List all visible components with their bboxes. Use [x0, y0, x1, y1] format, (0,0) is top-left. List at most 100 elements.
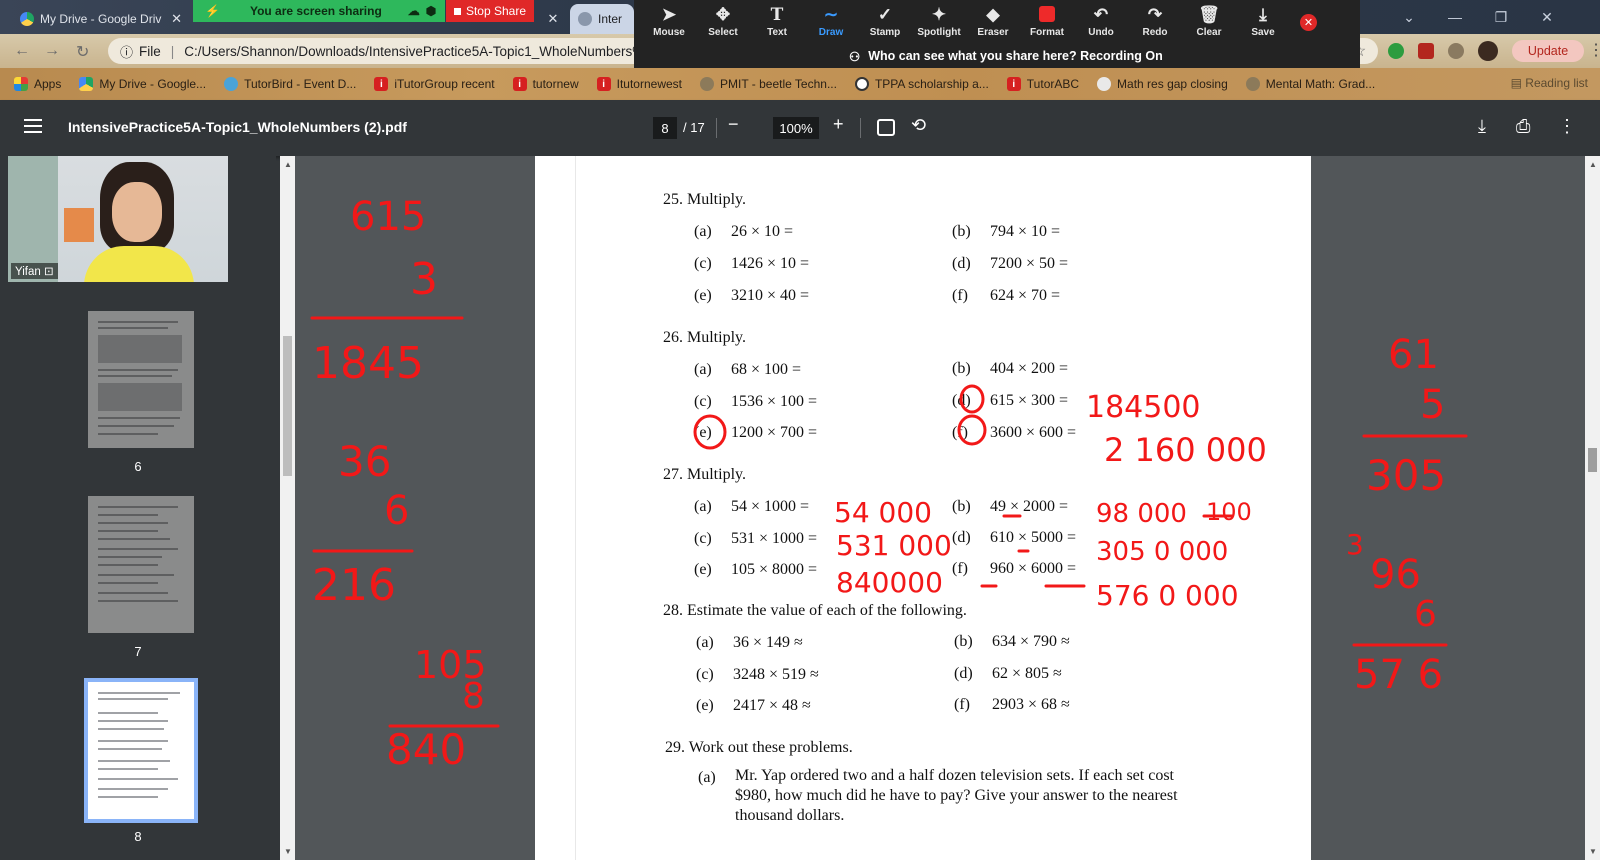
bookmark-tppa[interactable]: TPPA scholarship a... [854, 77, 989, 91]
tool-save[interactable]: ⤓ Save [1236, 5, 1290, 39]
participant-shirt [84, 246, 194, 282]
question-25-title: 25. Multiply. [663, 191, 746, 208]
kebab-menu-icon[interactable]: ⋮ [1588, 40, 1600, 60]
tool-mouse[interactable]: ➤ Mouse [642, 6, 696, 39]
item-expr: 49 × 2000 = [990, 498, 1069, 515]
profile-avatar[interactable] [1478, 41, 1498, 61]
thumbnail-page-number: 6 [134, 459, 142, 474]
zoom-out-icon[interactable]: − [728, 114, 739, 135]
stop-share-label: Stop Share [465, 4, 527, 18]
ublock-icon[interactable] [1418, 43, 1434, 59]
google-drive-icon [79, 77, 94, 91]
stop-share-button[interactable]: Stop Share [446, 0, 534, 22]
item-label: (d) [952, 529, 971, 546]
bookmark-math-res[interactable]: Math res gap closing [1097, 77, 1228, 91]
recording-notice[interactable]: ⚇ Who can see what you share here? Recor… [634, 44, 1360, 68]
save-icon: ⤓ [1259, 5, 1267, 24]
extension-icon[interactable] [1388, 43, 1404, 59]
tool-redo[interactable]: ↷ Redo [1128, 5, 1182, 39]
close-window-icon[interactable]: ✕ [1524, 0, 1570, 34]
bookmark-mental-math[interactable]: Mental Math: Grad... [1245, 77, 1375, 91]
item-label: (c) [694, 393, 712, 410]
bookmarks-bar: Apps My Drive - Google... TutorBird - Ev… [0, 68, 1600, 100]
page-thumbnail[interactable] [88, 311, 194, 448]
tab-search-icon[interactable]: ⌄ [1386, 0, 1432, 34]
more-options-icon[interactable]: ⋮ [1558, 116, 1576, 137]
globe-icon [700, 77, 714, 91]
item-expr: 62 × 805 ≈ [992, 665, 1062, 682]
tool-label: Stamp [869, 27, 901, 38]
tool-label: Spotlight [917, 27, 961, 38]
zoom-in-icon[interactable]: + [833, 114, 844, 135]
pdf-page: 25. Multiply. (a) 26 × 10 = (b) 794 × 10… [535, 156, 1311, 860]
zoom-input[interactable]: 100% [773, 117, 819, 139]
item-label: (a) [694, 361, 712, 378]
tool-spotlight[interactable]: ✦ Spotlight [912, 6, 966, 39]
bookmark-my-drive[interactable]: My Drive - Google... [79, 77, 206, 91]
reload-icon[interactable]: ↻ [76, 42, 89, 62]
item-expr: 615 × 300 = [990, 392, 1069, 409]
item-expr: 1426 × 10 = [731, 255, 810, 272]
tool-eraser[interactable]: ◆ Eraser [966, 5, 1020, 39]
bookmark-itutorgroup[interactable]: i iTutorGroup recent [374, 77, 495, 91]
problem-text-line: $980, how much did he have to pay? Give … [735, 787, 1178, 804]
tab-close-hidden[interactable]: ✕ [538, 4, 568, 34]
download-icon[interactable]: ⤓ [1478, 116, 1486, 137]
redo-icon: ↷ [1147, 5, 1163, 24]
close-tab-icon[interactable]: ✕ [171, 11, 182, 27]
participant-video[interactable]: Yifan ⊡ [8, 156, 228, 282]
item-label: (b) [952, 498, 971, 515]
fit-page-icon[interactable] [877, 119, 895, 136]
reading-list[interactable]: ▤ Reading list [1511, 76, 1588, 90]
bookmark-tutornew[interactable]: i tutornew [512, 77, 579, 91]
sidebar-scrollbar[interactable]: ▲ ▼ [280, 156, 295, 860]
item-label: (c) [696, 666, 714, 683]
restore-icon[interactable]: ❐ [1478, 0, 1524, 34]
stop-icon [453, 7, 461, 15]
item-expr: 3248 × 519 ≈ [733, 666, 819, 683]
bookmark-apps[interactable]: Apps [14, 77, 61, 91]
tool-clear[interactable]: 🗑 Clear [1182, 6, 1236, 39]
bookmark-itutornewest[interactable]: i Itutornewest [596, 77, 682, 91]
tool-format[interactable]: Format [1020, 6, 1074, 38]
tool-draw[interactable]: ∼ Draw [804, 6, 858, 39]
item-label: (c) [694, 255, 712, 272]
document-scrollbar[interactable]: ▲ ▼ [1585, 156, 1600, 860]
tab-my-drive[interactable]: My Drive - Google Driv ✕ [12, 4, 190, 34]
tool-undo[interactable]: ↶ Undo [1074, 6, 1128, 39]
close-tab-icon[interactable]: ✕ [548, 11, 559, 27]
bookmark-tutorbird[interactable]: TutorBird - Event D... [224, 77, 356, 91]
print-icon[interactable]: ⎙ [1516, 116, 1530, 137]
forward-icon[interactable]: → [44, 42, 60, 60]
tool-select[interactable]: ✥ Select [696, 6, 750, 39]
puzzle-icon[interactable] [1448, 43, 1464, 59]
thumbnail-page-number: 8 [134, 829, 142, 844]
tab-pdf[interactable]: Inter [570, 4, 634, 34]
tool-label: Text [767, 27, 787, 38]
bookmark-pmit[interactable]: PMIT - beetle Techn... [700, 77, 837, 91]
item-expr: 960 × 6000 = [990, 560, 1077, 577]
close-annotation-icon[interactable]: ✕ [1300, 13, 1317, 31]
text-icon: T [770, 5, 784, 25]
eraser-icon: ◆ [986, 5, 1000, 24]
rotate-icon[interactable]: ⟲ [911, 115, 926, 136]
item-label: (e) [694, 424, 712, 441]
item-expr: 2417 × 48 ≈ [733, 697, 811, 714]
page-number-input[interactable]: 8 [653, 117, 677, 139]
pdf-toolbar: IntensivePractice5A-Topic1_WholeNumbers … [0, 100, 1600, 156]
item-expr: 1536 × 100 = [731, 393, 818, 410]
minimize-icon[interactable]: — [1432, 0, 1478, 34]
menu-icon[interactable] [24, 119, 42, 133]
annotation-toolbar: ➤ Mouse ✥ Select T Text ∼ Draw ✓ Stamp ✦ Spotl… [634, 0, 1360, 44]
update-button[interactable]: Update [1512, 40, 1584, 62]
tool-text[interactable]: T Text [750, 6, 804, 38]
document-viewport[interactable]: 25. Multiply. (a) 26 × 10 = (b) 794 × 10… [295, 156, 1585, 860]
page-thumbnail-selected[interactable] [84, 678, 198, 823]
item-expr: 624 × 70 = [990, 287, 1061, 304]
page-thumbnail[interactable] [88, 496, 194, 633]
address-separator: | [170, 43, 175, 59]
bookmark-label: My Drive - Google... [99, 77, 207, 91]
back-icon[interactable]: ← [14, 42, 30, 60]
tool-stamp[interactable]: ✓ Stamp [858, 6, 912, 39]
bookmark-tutorabc[interactable]: i TutorABC [1006, 77, 1079, 91]
